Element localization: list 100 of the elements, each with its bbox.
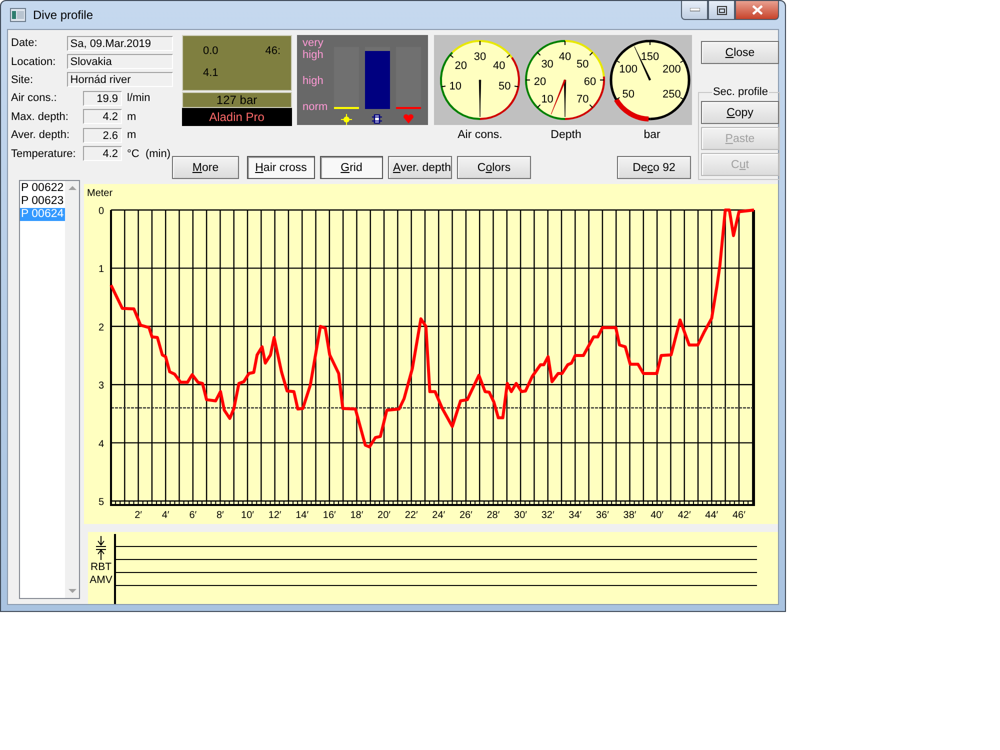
tick-mark: [506, 54, 510, 58]
tick-mark: [536, 52, 541, 56]
axis-title: Meter: [87, 188, 113, 199]
heart-icon: [402, 114, 414, 124]
window-title: Dive profile: [33, 8, 94, 22]
tick-mark: [536, 104, 541, 108]
tick-mark: [589, 52, 594, 56]
unit-label: m: [127, 129, 136, 142]
field-label: Temperature:: [11, 148, 77, 160]
profile-item[interactable]: P 00622: [20, 182, 65, 195]
x-tick-label: 12′: [268, 510, 282, 521]
dial-label: 50: [498, 80, 511, 92]
tick-mark: [450, 54, 454, 58]
x-tick-label: 2′: [134, 510, 142, 521]
text-field[interactable]: Sa, 09.Mar.2019: [67, 36, 173, 51]
tick-mark: [616, 97, 620, 100]
minimize-icon: [690, 8, 700, 12]
toolbar-button[interactable]: Aver. depth: [388, 156, 452, 179]
scale-label: high: [302, 75, 324, 87]
dial-label: 30: [541, 58, 554, 70]
close-button[interactable]: [735, 1, 779, 20]
value-field: 2.6: [83, 128, 122, 143]
close-dialog-button[interactable]: Close: [701, 41, 779, 64]
toolbar-button[interactable]: Colors: [457, 156, 531, 179]
tick-mark: [589, 104, 594, 108]
dial-label: 20: [534, 76, 546, 88]
y-tick-label: 5: [98, 497, 104, 508]
x-tick-label: 10′: [241, 510, 254, 521]
dial-label: 20: [454, 60, 467, 72]
field-label: Max. depth:: [11, 110, 70, 123]
maximize-button[interactable]: [708, 1, 735, 20]
dial-label: 50: [622, 88, 634, 100]
x-tick-label: 26′: [459, 510, 472, 521]
y-tick-label: 3: [98, 380, 104, 392]
dial-label: 70: [576, 94, 589, 106]
dial-label: 100: [619, 64, 638, 76]
needle: [478, 80, 482, 118]
toolbar-button[interactable]: Grid: [320, 156, 383, 179]
chip-icon: [372, 114, 382, 124]
profile-button[interactable]: Copy: [701, 101, 779, 124]
dial-label: 10: [541, 94, 554, 106]
x-tick-label: 4′: [162, 510, 170, 521]
x-tick-label: 16′: [322, 510, 336, 521]
descent-icon: [96, 536, 106, 547]
restore-icon: [716, 6, 726, 14]
value-field: 4.2: [83, 109, 122, 124]
pressure-reading: 127 bar: [182, 92, 292, 108]
computer-name: Aladin Pro: [182, 108, 292, 126]
x-tick-label: 40′: [650, 510, 664, 521]
x-tick-label: 28′: [486, 510, 500, 521]
gauge-title: Air cons.: [456, 129, 504, 141]
y-tick-label: 0: [98, 206, 104, 217]
x-tick-label: 24′: [432, 510, 446, 521]
x-tick-label: 22′: [404, 510, 418, 521]
toolbar-button[interactable]: More: [172, 156, 239, 179]
gauge-title: Depth: [550, 129, 582, 141]
y-tick-label: 4: [98, 438, 104, 450]
track-label: AMV: [90, 575, 112, 586]
field-label: Site:: [11, 74, 34, 86]
gauge-title: bar: [642, 129, 662, 141]
field-label: Aver. depth:: [11, 129, 71, 142]
tick-mark: [616, 60, 620, 63]
field-label: Date:: [11, 37, 38, 50]
tick-mark: [514, 86, 519, 88]
x-tick-label: 8′: [216, 510, 224, 521]
dial-label: 30: [474, 51, 486, 63]
dial-label: 40: [493, 60, 506, 72]
x-tick-label: 30′: [514, 510, 528, 521]
profile-item[interactable]: P 00623: [20, 195, 65, 208]
y-tick-label: 1: [98, 264, 104, 276]
depth-reading: 0.0: [203, 45, 220, 57]
x-tick-label: 38′: [623, 510, 636, 521]
minimize-button[interactable]: [681, 1, 708, 20]
x-tick-label: 32′: [541, 510, 554, 521]
toolbar-button[interactable]: Deco 92: [617, 156, 691, 179]
x-tick-label: 6′: [189, 510, 197, 521]
text-field[interactable]: Slovakia: [67, 54, 173, 70]
unit-label: °C (min): [127, 148, 171, 160]
x-tick-label: 42′: [678, 510, 691, 521]
tick-mark: [441, 86, 446, 88]
sun-icon: [340, 114, 352, 125]
x-tick-label: 46′: [732, 510, 746, 521]
time-reading: 46:: [264, 45, 281, 57]
x-tick-label: 20′: [378, 510, 391, 521]
x-tick-label: 14′: [296, 510, 309, 521]
dial-label: 50: [576, 58, 589, 70]
x-tick-label: 18′: [350, 510, 364, 521]
value-field: 4.2: [83, 146, 122, 162]
scale-label: norm: [302, 101, 329, 113]
text-field[interactable]: Hornád river: [67, 72, 173, 88]
scale-label: very high: [302, 37, 324, 61]
value-field: 19.9: [83, 90, 122, 106]
group-title: Sec. profile: [712, 86, 769, 98]
display-reading: 4.1: [203, 67, 220, 79]
unit-label: m: [127, 110, 136, 123]
dial-label: 200: [662, 64, 681, 76]
dial-label: 150: [640, 51, 660, 63]
field-label: Air cons.:: [11, 92, 58, 104]
x-tick-label: 36′: [596, 510, 609, 521]
toolbar-button[interactable]: Hair cross: [247, 156, 315, 179]
